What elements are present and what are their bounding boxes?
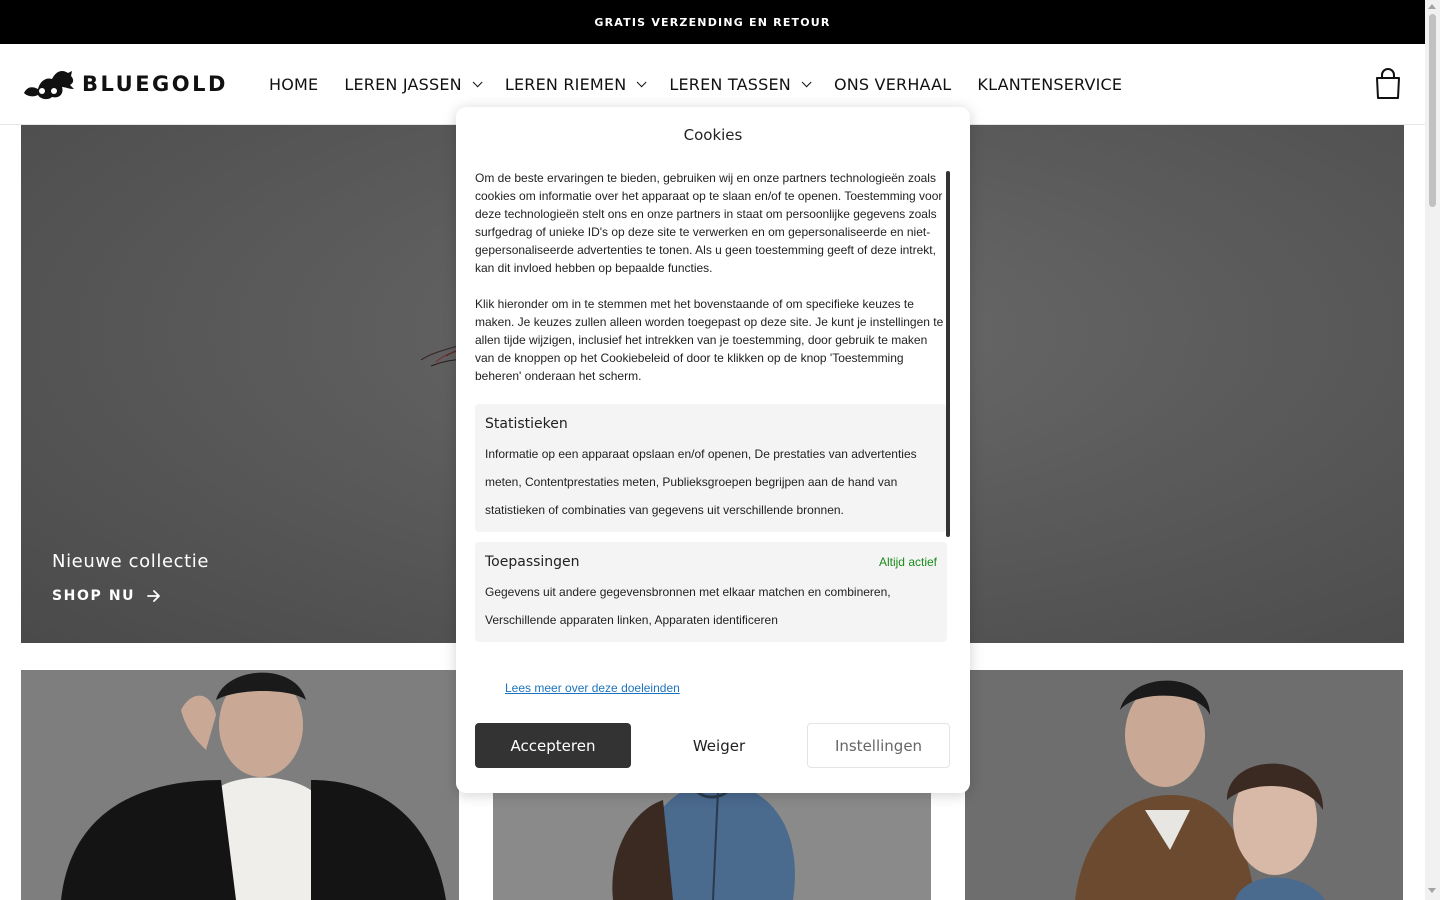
- scroll-up-arrow-icon[interactable]: [1428, 4, 1436, 9]
- settings-button[interactable]: Instellingen: [807, 723, 950, 768]
- scrollbar-thumb[interactable]: [1429, 14, 1436, 207]
- cookie-category-applications[interactable]: Toepassingen Altijd actief Gegevens uit …: [475, 542, 947, 642]
- cookie-dialog-title: Cookies: [683, 126, 743, 144]
- cookie-category-statistics[interactable]: Statistieken Informatie op een apparaat …: [475, 404, 947, 532]
- model-photo: [21, 670, 459, 900]
- cookie-intro-paragraph: Om de beste ervaringen te bieden, gebrui…: [475, 171, 943, 275]
- cookie-consent-paragraph: Klik hieronder om in te stemmen met het …: [475, 297, 944, 383]
- arrow-right-icon: [147, 590, 161, 602]
- announcement-text: GRATIS VERZENDING EN RETOUR: [594, 15, 831, 29]
- nav-label: KLANTENSERVICE: [977, 74, 1123, 94]
- shop-now-label: SHOP NU: [52, 588, 136, 604]
- scroll-down-arrow-icon[interactable]: [1428, 888, 1436, 893]
- deny-button[interactable]: Weiger: [644, 723, 794, 768]
- nav-item-home[interactable]: HOME: [269, 75, 318, 94]
- nav-label: LEREN TASSEN: [669, 74, 791, 94]
- category-description: Gegevens uit andere gegevensbronnen met …: [485, 585, 891, 627]
- category-description: Informatie op een apparaat opslaan en/of…: [485, 447, 917, 517]
- always-active-badge: Altijd actief: [878, 555, 937, 569]
- hero-title: Nieuwe collectie: [52, 551, 210, 572]
- chevron-down-icon: [637, 76, 647, 87]
- site-logo[interactable]: BLUEGOLD: [22, 66, 228, 102]
- shop-now-link[interactable]: SHOP NU: [52, 588, 161, 604]
- category-title: Statistieken: [485, 416, 568, 432]
- nav-label: ONS VERHAAL: [833, 74, 952, 94]
- cookie-consent-dialog: Cookies Om de beste ervaringen te bieden…: [456, 107, 970, 793]
- dialog-scrollbar-thumb[interactable]: [946, 171, 950, 537]
- cookie-dialog-body[interactable]: Om de beste ervaringen te bieden, gebrui…: [475, 169, 947, 679]
- model-photo: [965, 670, 1403, 900]
- collection-tile-couple[interactable]: [965, 670, 1403, 900]
- nav-item-leren-jassen[interactable]: LEREN JASSEN: [344, 74, 483, 94]
- nav-item-klantenservice[interactable]: KLANTENSERVICE: [977, 75, 1122, 94]
- read-more-purposes-link[interactable]: Lees meer over deze doeleinden: [505, 681, 680, 695]
- dragon-logo-icon: [24, 71, 74, 100]
- nav-item-leren-tassen[interactable]: LEREN TASSEN: [669, 74, 812, 94]
- nav-label: LEREN RIEMEN: [504, 74, 627, 94]
- collection-tile-men[interactable]: [21, 670, 459, 900]
- nav-label: HOME: [269, 74, 319, 94]
- chevron-down-icon: [801, 76, 812, 87]
- nav-item-leren-riemen[interactable]: LEREN RIEMEN: [504, 74, 647, 94]
- shopping-bag-icon[interactable]: [1375, 68, 1401, 100]
- announcement-bar: GRATIS VERZENDING EN RETOUR: [0, 0, 1425, 44]
- category-title: Toepassingen: [485, 554, 580, 570]
- nav-item-ons-verhaal[interactable]: ONS VERHAAL: [834, 75, 951, 94]
- page-scrollbar[interactable]: [1425, 0, 1440, 900]
- chevron-down-icon: [472, 76, 483, 87]
- nav-label: LEREN JASSEN: [344, 74, 462, 94]
- logo-wordmark: BLUEGOLD: [82, 72, 228, 96]
- accept-button[interactable]: Accepteren: [475, 723, 631, 768]
